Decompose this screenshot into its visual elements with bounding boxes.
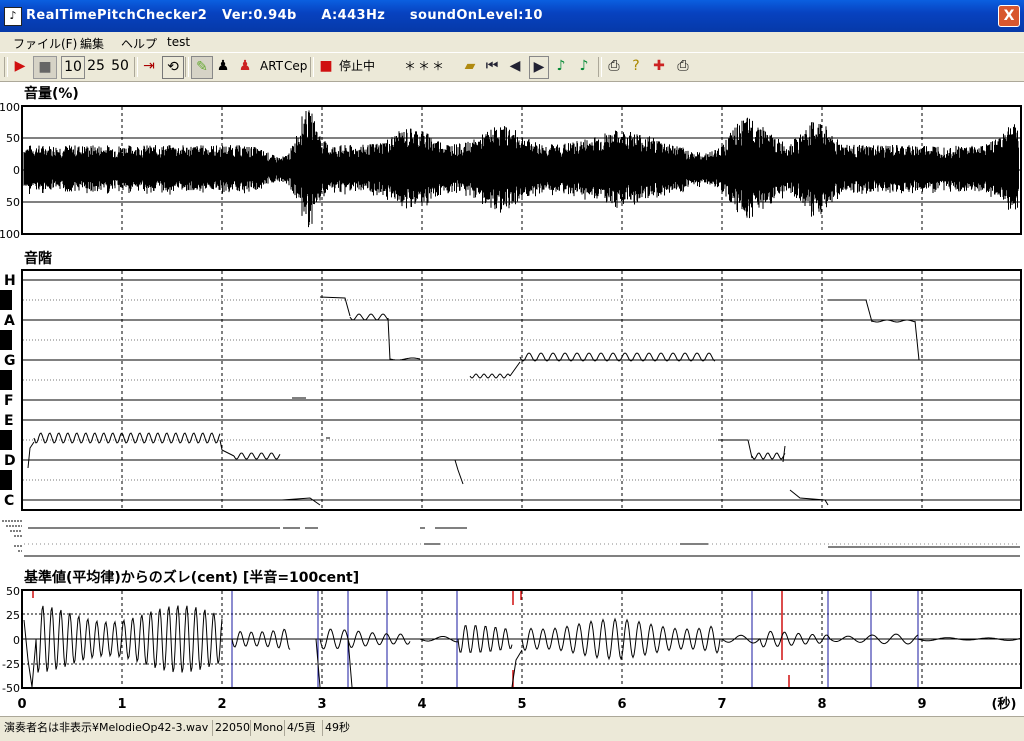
status-duration: 49秒 <box>322 720 352 736</box>
toolbar-separator <box>598 57 602 77</box>
record-stop-icon: ■ <box>319 58 333 74</box>
scale-frame <box>21 269 1022 511</box>
black-key <box>0 470 12 490</box>
close-button[interactable]: X <box>998 5 1020 27</box>
status-channels: Mono <box>250 720 285 736</box>
menu-bar: ファイル(F) 編集 ヘルプ test <box>0 32 1024 52</box>
note-icon[interactable]: ♪ <box>552 56 570 77</box>
time-tick: 2 <box>217 697 226 712</box>
print-alt-icon[interactable]: ⎙ <box>673 56 693 77</box>
toolbar-separator <box>310 57 314 77</box>
note-label-h: H <box>4 273 16 289</box>
deviation-tick: -50 <box>2 682 20 695</box>
toolbar-separator <box>185 57 189 77</box>
window-title: RealTimePitchChecker2 Ver:0.94b A:443Hz … <box>26 8 543 23</box>
note-label-a: A <box>4 313 15 329</box>
black-key <box>0 430 12 450</box>
time-tick: 0 <box>17 697 26 712</box>
deviation-tick: 50 <box>6 585 20 598</box>
time-tick: 3 <box>317 697 326 712</box>
volume-title: 音量(%) <box>24 85 79 102</box>
volume-tick: 50 <box>6 132 20 145</box>
status-file: 演奏者名は非表示¥MelodieOp42-3.wav <box>4 721 209 734</box>
menu-help[interactable]: ヘルプ <box>121 35 157 52</box>
toolbar: ▶ ■ 10 25 50 ⇥ ⟲ ✎ ♟ ♟ ART Cep ■ 停止中 ＊＊＊… <box>0 52 1024 82</box>
note-label-g: G <box>4 353 16 369</box>
volume-tick: 0 <box>13 164 20 177</box>
time-tick: 7 <box>717 697 726 712</box>
open-folder-icon[interactable]: ▰ <box>460 56 480 77</box>
note-label-f: F <box>4 393 14 409</box>
black-key <box>0 330 12 350</box>
person-icon[interactable]: ♟ <box>214 56 232 77</box>
note-label-d: D <box>4 453 16 469</box>
help-icon[interactable]: ? <box>627 56 645 77</box>
menu-edit[interactable]: 編集 <box>80 35 104 52</box>
deviation-axis: 50 25 0 -25 -50 <box>2 585 20 695</box>
toolbar-separator <box>134 57 138 77</box>
menu-test[interactable]: test <box>167 35 190 49</box>
clef-icon: ♪ <box>4 7 22 26</box>
time-tick: 9 <box>917 697 926 712</box>
time-axis: 0 1 2 3 4 5 6 7 8 9 (秒) <box>17 696 1016 712</box>
zoom-25-button[interactable]: 25 <box>85 56 107 77</box>
graph-panel: 音量(%) 100 50 0 50 100 音階 H A G F E D C 基… <box>0 82 1024 716</box>
toolbar-grip <box>4 57 8 77</box>
timing-strip <box>2 520 1020 557</box>
status-indicator: 停止中 <box>339 59 376 73</box>
black-key <box>0 290 12 310</box>
scale-title: 音階 <box>24 250 52 267</box>
play-button[interactable]: ▶ <box>10 56 30 77</box>
note-label-e: E <box>4 413 14 429</box>
volume-axis: 100 50 0 50 100 <box>0 101 20 241</box>
step-back-icon[interactable]: ◀ <box>506 56 524 77</box>
deviation-tick: -25 <box>2 658 20 671</box>
stop-button[interactable]: ■ <box>33 56 57 79</box>
volume-tick: 100 <box>0 101 20 114</box>
loop-icon[interactable]: ⟲ <box>162 56 184 79</box>
status-bar: 演奏者名は非表示¥MelodieOp42-3.wav 22050 Mono 4/… <box>0 716 1024 741</box>
time-tick: 8 <box>817 697 826 712</box>
deviation-tick: 0 <box>13 634 20 647</box>
skip-back-icon[interactable]: ⏮ <box>483 56 501 77</box>
status-page: 4/5頁 <box>284 720 318 736</box>
black-key <box>0 370 12 390</box>
step-forward-icon[interactable]: ▶ <box>529 56 549 79</box>
menu-file[interactable]: ファイル(F) <box>13 35 77 52</box>
jump-end-icon[interactable]: ⇥ <box>139 56 159 77</box>
volume-tick: 100 <box>0 228 20 241</box>
time-tick: 6 <box>617 697 626 712</box>
pitch-display: ＊＊＊ <box>404 59 447 73</box>
note-alt-icon[interactable]: ♪ <box>575 56 593 77</box>
zoom-10-button[interactable]: 10 <box>61 56 85 79</box>
time-unit: (秒) <box>992 696 1017 712</box>
zoom-50-button[interactable]: 50 <box>109 56 131 77</box>
note-label-c: C <box>4 493 14 509</box>
deviation-tick: 25 <box>6 609 20 622</box>
status-rate: 22050 <box>212 720 252 736</box>
cep-button[interactable]: Cep <box>284 56 307 77</box>
person-red-icon[interactable]: ♟ <box>236 56 254 77</box>
print-icon[interactable]: ⎙ <box>604 56 624 77</box>
cursor-icon[interactable]: ✚ <box>650 56 668 77</box>
volume-tick: 50 <box>6 196 20 209</box>
violin-icon[interactable]: ✎ <box>191 56 213 79</box>
deviation-title: 基準値(平均律)からのズレ(cent) [半音=100cent] <box>24 569 359 586</box>
art-button[interactable]: ART <box>260 56 283 77</box>
time-tick: 4 <box>417 697 426 712</box>
time-tick: 5 <box>517 697 526 712</box>
title-bar: ♪ RealTimePitchChecker2 Ver:0.94b A:443H… <box>0 0 1024 32</box>
time-tick: 1 <box>117 697 126 712</box>
